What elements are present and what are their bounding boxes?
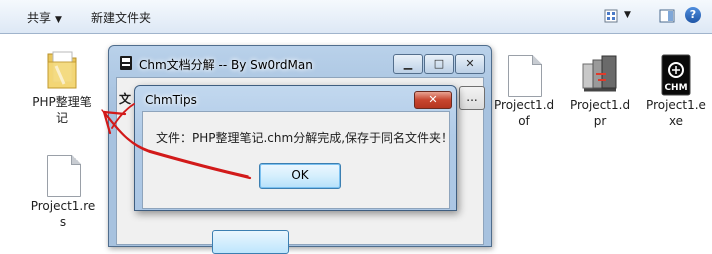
app-icon [120,56,132,70]
view-options-icon[interactable] [604,8,620,24]
file-label: 记 [55,111,68,125]
help-icon[interactable]: ? [685,7,701,23]
minimize-icon: ▁ [403,57,413,70]
new-folder-label: 新建文件夹 [91,11,152,25]
document-icon [47,155,81,197]
close-button[interactable]: ✕ [455,54,485,74]
explorer-toolbar: 共享 ▼ 新建文件夹 ▼ ? [0,0,712,34]
file-project1-dof[interactable]: Project1.d of [494,55,554,135]
share-label: 共享 [27,11,52,25]
file-field-label: 文 [119,92,132,106]
file-label: Project1.d [569,98,631,112]
file-label: Project1.d [494,98,555,112]
dialog-close-button[interactable]: ✕ [414,91,452,109]
split-button[interactable] [212,230,289,254]
project-icon [582,55,617,92]
minimize-button[interactable]: ▁ [393,54,423,74]
chm-icon-text: CHM [664,83,687,93]
file-label: PHP整理笔 [32,95,92,109]
file-project1-res[interactable]: Project1.re s [30,155,96,235]
file-label: s [59,215,67,229]
file-project1-exe[interactable]: CHM Project1.e xe [644,54,708,129]
document-icon [508,55,542,97]
dialog-body: 文件：PHP整理笔记.chm分解完成,保存于同名文件夹！ OK [142,111,454,209]
close-icon: ✕ [428,93,438,106]
chevron-down-icon: ▼ [55,15,62,25]
chevron-down-icon[interactable]: ▼ [624,10,631,20]
dialog-message: 文件：PHP整理笔记.chm分解完成,保存于同名文件夹！ [156,131,454,145]
preview-pane-icon[interactable] [659,8,675,24]
new-folder-button[interactable]: 新建文件夹 [91,9,151,26]
window-title: Chm文档分解 -- By Sw0rdMan [139,58,313,72]
file-label: Project1.re [30,199,96,213]
file-project1-dpr[interactable]: Project1.d pr [568,54,632,129]
browse-button[interactable]: ... [459,86,485,110]
file-php-notes[interactable]: PHP整理笔 记 [28,48,96,126]
share-button[interactable]: 共享 ▼ [27,9,62,26]
folder-icon [47,51,77,89]
maximize-icon: □ [433,57,445,70]
file-label: pr [593,114,607,128]
ok-button[interactable]: OK [259,163,341,189]
file-label: of [518,114,530,128]
chm-exe-icon: CHM [661,54,691,96]
file-label: xe [668,114,684,128]
close-icon: ✕ [465,57,475,70]
maximize-button[interactable]: □ [424,54,454,74]
file-label: Project1.e [646,98,706,112]
chmtips-dialog: ChmTips ✕ 文件：PHP整理笔记.chm分解完成,保存于同名文件夹！ O… [134,85,457,211]
dialog-title: ChmTips [145,93,197,107]
